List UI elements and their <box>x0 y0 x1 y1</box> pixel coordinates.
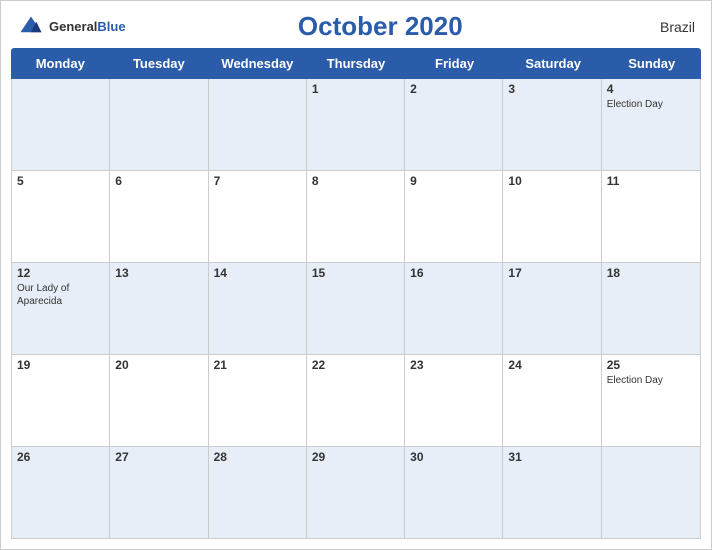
day-cell: 24 <box>503 355 601 446</box>
day-number: 14 <box>214 266 301 280</box>
day-number: 26 <box>17 450 104 464</box>
day-number: 1 <box>312 82 399 96</box>
day-number: 16 <box>410 266 497 280</box>
day-header-friday: Friday <box>405 48 504 79</box>
day-number: 29 <box>312 450 399 464</box>
day-cell: 19 <box>12 355 110 446</box>
day-cell: 28 <box>209 447 307 538</box>
day-cell: 21 <box>209 355 307 446</box>
day-number: 30 <box>410 450 497 464</box>
logo-text: GeneralBlue <box>49 18 126 36</box>
calendar-title: October 2020 <box>126 11 635 42</box>
calendar-container: GeneralBlue October 2020 Brazil MondayTu… <box>0 0 712 550</box>
day-cell: 31 <box>503 447 601 538</box>
day-number: 27 <box>115 450 202 464</box>
day-number: 11 <box>607 174 695 188</box>
logo-blue: Blue <box>97 19 125 34</box>
day-number: 12 <box>17 266 104 280</box>
day-number: 5 <box>17 174 104 188</box>
day-event: Election Day <box>607 98 695 111</box>
day-number: 3 <box>508 82 595 96</box>
day-number: 20 <box>115 358 202 372</box>
day-cell: 10 <box>503 171 601 262</box>
day-number: 13 <box>115 266 202 280</box>
day-cell: 11 <box>602 171 700 262</box>
day-cell: 2 <box>405 79 503 170</box>
day-cell <box>602 447 700 538</box>
day-number: 4 <box>607 82 695 96</box>
day-number: 23 <box>410 358 497 372</box>
day-header-wednesday: Wednesday <box>208 48 307 79</box>
day-cell: 1 <box>307 79 405 170</box>
day-cell: 26 <box>12 447 110 538</box>
day-headers: MondayTuesdayWednesdayThursdayFridaySatu… <box>11 48 701 79</box>
day-header-thursday: Thursday <box>307 48 406 79</box>
day-cell: 8 <box>307 171 405 262</box>
day-cell: 3 <box>503 79 601 170</box>
logo-general: General <box>49 19 97 34</box>
day-number: 22 <box>312 358 399 372</box>
week-row-4: 19 20 21 22 23 24 25 Election Day <box>12 355 700 447</box>
day-cell: 16 <box>405 263 503 354</box>
day-cell <box>209 79 307 170</box>
day-cell: 14 <box>209 263 307 354</box>
day-header-monday: Monday <box>11 48 110 79</box>
day-number: 19 <box>17 358 104 372</box>
day-cell: 7 <box>209 171 307 262</box>
day-cell: 13 <box>110 263 208 354</box>
day-cell: 25 Election Day <box>602 355 700 446</box>
day-cell <box>12 79 110 170</box>
day-cell: 5 <box>12 171 110 262</box>
day-cell: 6 <box>110 171 208 262</box>
logo-icon <box>17 13 45 41</box>
country-label: Brazil <box>635 19 695 35</box>
calendar-header: GeneralBlue October 2020 Brazil <box>1 1 711 48</box>
day-cell: 9 <box>405 171 503 262</box>
day-cell: 27 <box>110 447 208 538</box>
day-number: 6 <box>115 174 202 188</box>
day-number: 28 <box>214 450 301 464</box>
day-cell: 4 Election Day <box>602 79 700 170</box>
day-cell: 20 <box>110 355 208 446</box>
day-number: 10 <box>508 174 595 188</box>
day-cell: 29 <box>307 447 405 538</box>
day-number: 18 <box>607 266 695 280</box>
day-number: 24 <box>508 358 595 372</box>
day-cell: 17 <box>503 263 601 354</box>
calendar-grid: MondayTuesdayWednesdayThursdayFridaySatu… <box>1 48 711 549</box>
day-cell <box>110 79 208 170</box>
day-number: 21 <box>214 358 301 372</box>
logo-area: GeneralBlue <box>17 13 126 41</box>
week-row-1: 1234 Election Day <box>12 79 700 171</box>
day-number: 15 <box>312 266 399 280</box>
day-header-sunday: Sunday <box>602 48 701 79</box>
day-cell: 18 <box>602 263 700 354</box>
day-number: 9 <box>410 174 497 188</box>
day-number: 31 <box>508 450 595 464</box>
day-cell: 23 <box>405 355 503 446</box>
day-cell: 30 <box>405 447 503 538</box>
calendar-weeks: 1234Election Day56789101112Our Lady of A… <box>11 79 701 539</box>
day-header-saturday: Saturday <box>504 48 603 79</box>
week-row-2: 56789 10 11 <box>12 171 700 263</box>
day-number: 7 <box>214 174 301 188</box>
day-number: 2 <box>410 82 497 96</box>
day-cell: 22 <box>307 355 405 446</box>
day-cell: 15 <box>307 263 405 354</box>
week-row-3: 12 Our Lady of Aparecida 13 14 15 16 17 18 <box>12 263 700 355</box>
day-number: 17 <box>508 266 595 280</box>
day-number: 8 <box>312 174 399 188</box>
day-event: Our Lady of Aparecida <box>17 282 104 308</box>
week-row-5: 26 27 28 29 30 31 <box>12 447 700 538</box>
day-event: Election Day <box>607 374 695 387</box>
day-cell: 12 Our Lady of Aparecida <box>12 263 110 354</box>
day-header-tuesday: Tuesday <box>110 48 209 79</box>
day-number: 25 <box>607 358 695 372</box>
